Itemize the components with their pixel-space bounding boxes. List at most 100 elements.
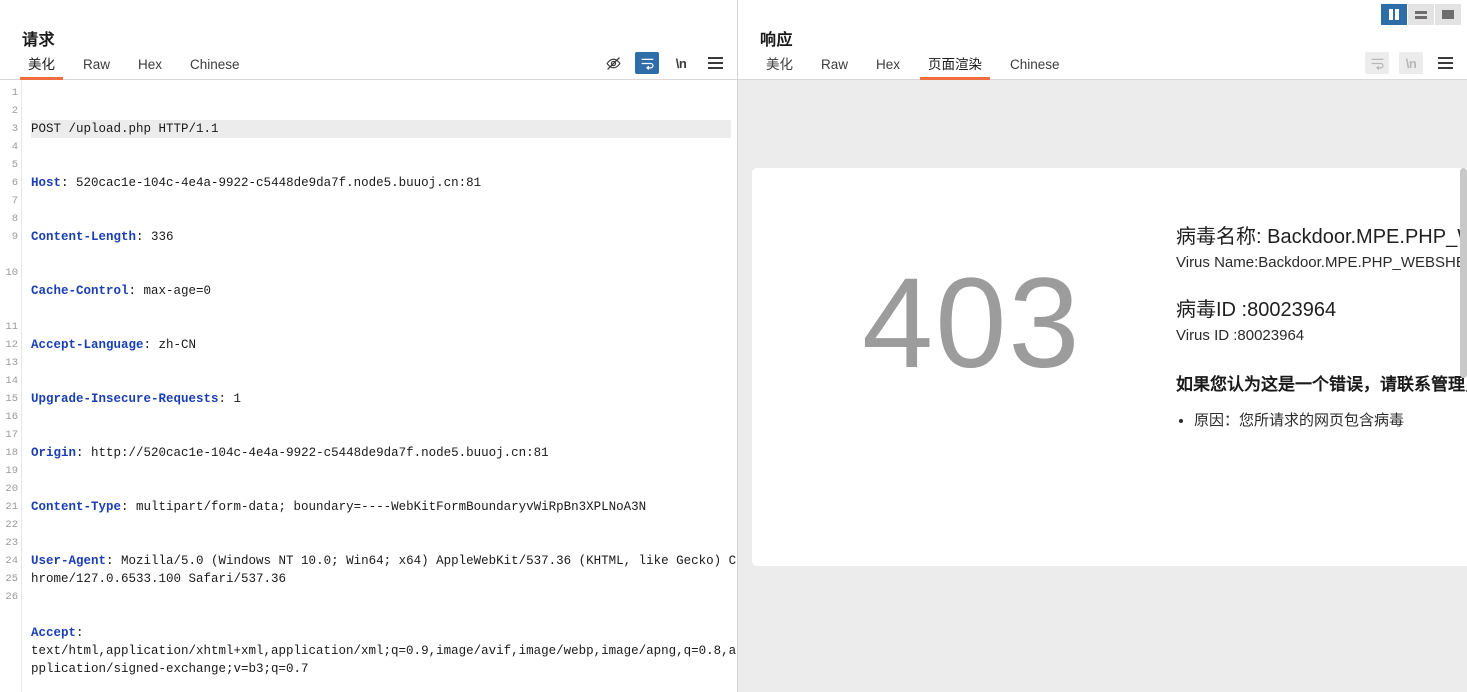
line-number: 12 xyxy=(5,339,18,351)
line-number-wrap: · xyxy=(0,282,21,300)
response-tab-actions: \n xyxy=(1365,52,1457,79)
tab-response-beautify[interactable]: 美化 xyxy=(752,57,807,80)
newline-icon[interactable]: \n xyxy=(669,52,693,74)
code-line: Upgrade-Insecure-Requests: 1 xyxy=(31,392,242,406)
line-number: 11 xyxy=(5,321,18,333)
tab-request-hex[interactable]: Hex xyxy=(124,57,176,80)
request-panel: 请求 美化 Raw Hex Chinese \n 1 2 3 4 5 6 7 8… xyxy=(0,0,738,692)
line-number: 22 xyxy=(5,519,18,531)
header-value: text/html,application/xhtml+xml,applicat… xyxy=(31,644,737,676)
line-number: 14 xyxy=(5,375,18,387)
line-number: 8 xyxy=(11,213,18,225)
newline-icon-label: \n xyxy=(675,55,687,71)
header-value: 336 xyxy=(151,230,174,244)
line-number: 5 xyxy=(11,159,18,171)
menu-icon[interactable] xyxy=(1433,52,1457,74)
layout-single-pane-button[interactable] xyxy=(1435,4,1461,25)
line-number: 23 xyxy=(5,537,18,549)
header-key: User-Agent xyxy=(31,554,107,568)
request-code-view[interactable]: 1 2 3 4 5 6 7 8 9 · 10 · · 11 12 13 14 1… xyxy=(0,80,737,692)
header-key: Accept xyxy=(31,626,77,640)
line-number: 21 xyxy=(5,501,18,513)
line-number: 18 xyxy=(5,447,18,459)
line-number: 25 xyxy=(5,573,18,585)
request-tabs: 美化 Raw Hex Chinese xyxy=(14,47,254,80)
error-code: 403 xyxy=(862,252,1082,395)
header-key: Content-Type xyxy=(31,500,122,514)
menu-icon[interactable] xyxy=(703,52,727,74)
error-page-card: 403 病毒名称: Backdoor.MPE.PHP_WEBSHELL.SMZT… xyxy=(752,168,1467,566)
tab-response-raw[interactable]: Raw xyxy=(807,57,862,80)
newline-icon[interactable]: \n xyxy=(1399,52,1423,74)
word-wrap-icon[interactable] xyxy=(635,52,659,74)
layout-split-horizontal-button[interactable] xyxy=(1408,4,1434,25)
line-number: 16 xyxy=(5,411,18,423)
http-viewer-app: 请求 美化 Raw Hex Chinese \n 1 2 3 4 5 6 7 8… xyxy=(0,0,1467,692)
header-key: Origin xyxy=(31,446,77,460)
error-details: 病毒名称: Backdoor.MPE.PHP_WEBSHELL.SMZT Vir… xyxy=(1176,220,1467,430)
code-line: Cache-Control: max-age=0 xyxy=(31,284,212,298)
contact-admin-heading: 如果您认为这是一个错误，请联系管理员 xyxy=(1176,375,1467,394)
tab-request-beautify[interactable]: 美化 xyxy=(14,57,69,80)
layout-split-vertical-button[interactable] xyxy=(1381,4,1407,25)
word-wrap-icon[interactable] xyxy=(1365,52,1389,74)
virus-name-en: Virus Name:Backdoor.MPE.PHP_WEBSHELL.SMZ… xyxy=(1176,254,1467,271)
header-value: multipart/form-data; boundary=----WebKit… xyxy=(136,500,647,514)
header-value: 1 xyxy=(233,392,242,406)
header-key: Content-Length xyxy=(31,230,137,244)
virus-id-cn: 病毒ID :80023964 xyxy=(1176,299,1337,321)
code-line: User-Agent: Mozilla/5.0 (Windows NT 10.0… xyxy=(31,554,737,586)
line-number: 1 xyxy=(11,87,18,99)
response-scrollbar[interactable] xyxy=(1460,168,1467,692)
layout-button-group xyxy=(1380,4,1461,25)
tab-response-chinese[interactable]: Chinese xyxy=(996,57,1074,80)
reason-list: 原因：您所请求的网页包含病毒 xyxy=(1176,409,1467,430)
tab-request-raw[interactable]: Raw xyxy=(69,57,124,80)
code-line: POST /upload.php HTTP/1.1 xyxy=(31,120,731,138)
line-number-wrap: · xyxy=(0,300,21,318)
virus-name-cn: 病毒名称: Backdoor.MPE.PHP_WEBSHELL.SMZT xyxy=(1176,226,1467,248)
header-key: Host xyxy=(31,176,62,190)
header-value: zh-CN xyxy=(158,338,197,352)
hide-icon[interactable] xyxy=(601,52,625,74)
hamburger-glyph xyxy=(1437,57,1453,69)
line-number: 2 xyxy=(11,105,18,117)
response-panel-title: 响应 xyxy=(760,32,794,49)
code-line: Content-Length: 336 xyxy=(31,230,174,244)
header-value: max-age=0 xyxy=(143,284,212,298)
header-key: Upgrade-Insecure-Requests xyxy=(31,392,219,406)
header-value: Mozilla/5.0 (Windows NT 10.0; Win64; x64… xyxy=(31,554,737,586)
line-number: 6 xyxy=(11,177,18,189)
line-number: 19 xyxy=(5,465,18,477)
tab-request-chinese[interactable]: Chinese xyxy=(176,57,254,80)
line-number: 7 xyxy=(11,195,18,207)
line-number: 10 xyxy=(5,267,18,279)
reason-item: 原因：您所请求的网页包含病毒 xyxy=(1194,409,1467,430)
tab-response-page-render[interactable]: 页面渲染 xyxy=(914,57,996,80)
tab-response-hex[interactable]: Hex xyxy=(862,57,914,80)
split-horizontal-icon xyxy=(1415,10,1427,19)
line-number: 15 xyxy=(5,393,18,405)
response-render-view: 403 病毒名称: Backdoor.MPE.PHP_WEBSHELL.SMZT… xyxy=(738,80,1467,692)
header-key: Cache-Control xyxy=(31,284,129,298)
response-panel: 响应 美化 Raw Hex 页面渲染 Chinese \n 403 病毒名称: … xyxy=(738,0,1467,692)
request-code-content[interactable]: POST /upload.php HTTP/1.1 Host: 520cac1e… xyxy=(22,80,737,692)
line-number: 4 xyxy=(11,141,18,153)
line-number: 3 xyxy=(11,123,18,135)
code-line: Accept-Language: zh-CN xyxy=(31,338,197,352)
request-tabbar: 美化 Raw Hex Chinese \n xyxy=(0,48,737,80)
line-number: 26 xyxy=(5,591,18,603)
scrollbar-thumb[interactable] xyxy=(1460,168,1467,378)
response-tabs: 美化 Raw Hex 页面渲染 Chinese xyxy=(752,47,1074,80)
line-number-wrap: · xyxy=(0,246,21,264)
hamburger-glyph xyxy=(707,57,723,69)
newline-icon-label: \n xyxy=(1405,55,1417,71)
code-line-text: POST /upload.php HTTP/1.1 xyxy=(31,122,219,136)
line-number: 20 xyxy=(5,483,18,495)
code-line: Content-Type: multipart/form-data; bound… xyxy=(31,500,647,514)
code-line: Origin: http://520cac1e-104c-4e4a-9922-c… xyxy=(31,446,549,460)
line-number: 9 xyxy=(11,231,18,243)
split-vertical-icon xyxy=(1389,9,1399,20)
virus-id-en: Virus ID :80023964 xyxy=(1176,327,1305,344)
line-number: 13 xyxy=(5,357,18,369)
